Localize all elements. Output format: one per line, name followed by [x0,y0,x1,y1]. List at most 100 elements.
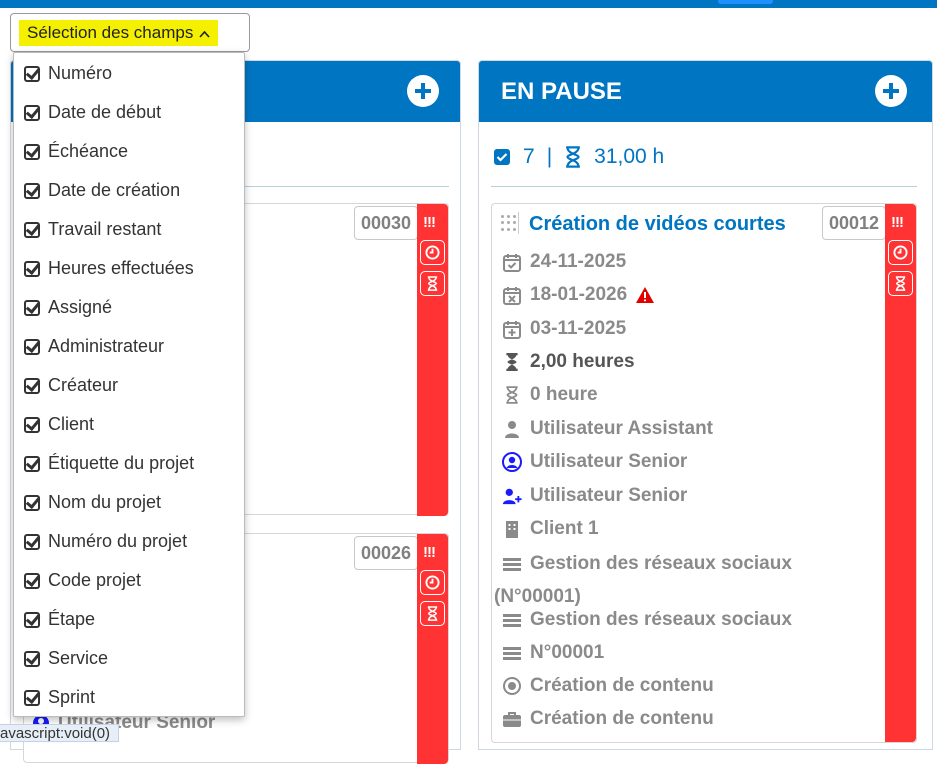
field-option[interactable]: Sprint [24,687,95,708]
admin-name: Utilisateur Senior [530,451,688,472]
service-name: Création de contenu [530,708,714,729]
kanban-card[interactable]: Création de vidéos courtes 00012 !!! 24-… [491,203,917,743]
card-number: 00026 [353,536,418,570]
service-field: Création de contenu [502,708,714,730]
add-card-icon[interactable] [407,75,439,107]
checkbox-checked-icon[interactable] [24,260,40,277]
chevron-up-icon [199,23,210,43]
field-selection-button[interactable]: Sélection des champs [10,13,250,52]
calendar-plus-icon [502,319,522,339]
priority-high-icon: !!! [423,544,436,561]
card-title[interactable]: Création de vidéos courtes [529,213,786,236]
checkbox-checked-icon[interactable] [24,455,40,472]
checkbox-checked-icon[interactable] [24,338,40,355]
calendar-x-icon [502,285,522,305]
field-option[interactable]: Nom du projet [24,492,161,513]
hourglass-icon[interactable] [420,601,445,626]
checkbox-checked-icon[interactable] [24,143,40,160]
checkbox-checked-icon[interactable] [24,299,40,316]
calendar-check-icon [502,252,522,272]
field-selection-text: Sélection des champs [27,23,194,42]
field-option[interactable]: Étape [24,609,95,630]
clock-icon[interactable] [888,240,913,265]
start-date-field: 24-11-2025 [502,251,626,273]
field-option[interactable]: Échéance [24,141,128,162]
column-title: EN PAUSE [501,78,622,105]
navbar-button[interactable] [718,0,773,4]
field-option-label: Étape [48,609,96,629]
stage-name: Création de contenu [530,675,714,696]
hourglass-empty-icon [502,385,522,405]
field-option[interactable]: Assigné [24,297,112,318]
field-option-label: Échéance [48,141,129,161]
checkbox-checked-icon[interactable] [24,650,40,667]
building-icon [502,519,522,539]
checkbox-checked-icon[interactable] [24,533,40,550]
hourglass-icon[interactable] [888,271,913,296]
project-name-field: Gestion des réseaux sociaux [502,609,792,631]
priority-bar: !!! [417,534,448,764]
checkbox-checked-icon[interactable] [24,611,40,628]
field-option[interactable]: Date de création [24,180,180,201]
field-selection-label[interactable]: Sélection des champs [19,20,219,46]
drag-handle-icon[interactable] [497,212,519,234]
checkbox-checked-icon[interactable] [24,377,40,394]
user-icon [502,419,522,439]
list-icon [502,610,522,630]
summary-separator: | [546,145,553,168]
field-option[interactable]: Date de début [24,102,161,123]
project-number: N°00001 [530,642,605,663]
checkbox-checked-icon[interactable] [24,65,40,82]
hourglass-icon[interactable] [420,271,445,296]
column-header: EN PAUSE [479,61,932,122]
field-option[interactable]: Service [24,648,108,669]
project-label: Gestion des réseaux sociaux [530,553,792,574]
field-option-label: Client [48,414,95,434]
field-option-label: Heures effectuées [48,258,194,278]
checkbox-checked-icon[interactable] [24,221,40,238]
field-option[interactable]: Code projet [24,570,141,591]
field-option-label: Service [48,648,109,668]
field-option[interactable]: Créateur [24,375,118,396]
due-date: 18-01-2026 [530,284,628,305]
total-hours: 31,00 h [594,145,665,168]
status-bar-url: avascript:void(0) [0,724,120,742]
field-option[interactable]: Travail restant [24,219,161,240]
user-plus-icon [502,486,522,506]
field-option[interactable]: Numéro [24,63,112,84]
creator-field: Utilisateur Senior [502,485,687,507]
created-date: 03-11-2025 [530,318,627,339]
warning-icon [635,285,655,305]
field-option-label: Date de début [48,102,162,122]
checkbox-checked-icon[interactable] [24,572,40,589]
add-card-icon[interactable] [875,75,907,107]
hourglass-icon [566,146,581,168]
field-option-label: Date de création [48,180,181,200]
column-summary: 7 | 31,00 h [493,145,664,169]
field-option[interactable]: Administrateur [24,336,164,357]
checkbox-checked-icon[interactable] [24,182,40,199]
column-divider [491,186,917,187]
checkbox-checked-icon[interactable] [24,689,40,706]
field-option[interactable]: Heures effectuées [24,258,194,279]
field-option[interactable]: Numéro du projet [24,531,187,552]
project-label-field: Gestion des réseaux sociaux (N°00001) [494,551,822,609]
checkbox-checked-icon[interactable] [24,494,40,511]
field-option[interactable]: Client [24,414,94,435]
creator-name: Utilisateur Senior [530,485,688,506]
hourglass-half-icon [502,352,522,372]
clock-icon[interactable] [420,570,445,595]
clock-icon[interactable] [420,240,445,265]
admin-field: Utilisateur Senior [502,451,687,473]
field-option-label: Code projet [48,570,142,590]
top-navbar [0,0,937,8]
remaining-work: 2,00 heures [530,351,635,372]
checkbox-checked-icon[interactable] [24,416,40,433]
checkbox-checked-icon[interactable] [24,104,40,121]
created-date-field: 03-11-2025 [502,318,626,340]
field-option-label: Assigné [48,297,113,317]
field-option[interactable]: Étiquette du projet [24,453,194,474]
project-number-field: N°00001 [502,642,604,664]
field-selection-dropdown: Numéro Date de début Échéance Date de créat… [13,52,245,717]
start-date: 24-11-2025 [530,251,627,272]
